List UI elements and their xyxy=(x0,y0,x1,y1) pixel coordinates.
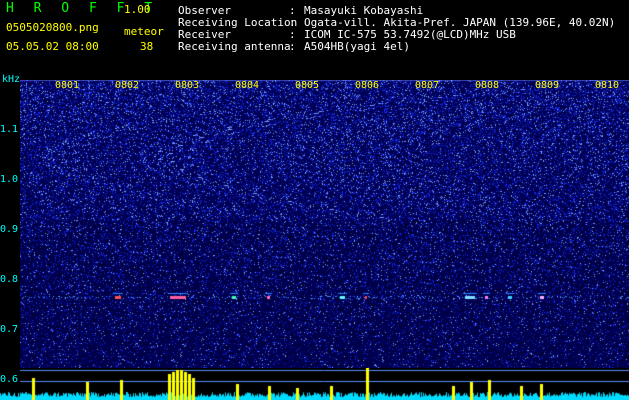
x-tick-label: 0802 xyxy=(115,80,140,91)
frequency-unit-label: kHz xyxy=(2,74,21,85)
x-tick-label: 0808 xyxy=(475,80,500,91)
x-tick-label: 0804 xyxy=(235,80,260,91)
y-tick-label: 1.0 xyxy=(0,174,19,185)
y-tick-label: 0.7 xyxy=(0,324,19,335)
x-tick-label: 0803 xyxy=(175,80,200,91)
signal-level-meter xyxy=(0,368,629,400)
app-version: 1.00 xyxy=(124,3,151,16)
y-tick-label: 0.6 xyxy=(0,374,19,385)
info-colon: : xyxy=(289,40,296,53)
header-panel: H R O F F T 1.00 0505020800.png meteor 0… xyxy=(0,0,629,78)
x-tick-label: 0807 xyxy=(415,80,440,91)
observation-datetime: 05.05.02 08:00 xyxy=(6,40,99,53)
y-tick-label: 1.1 xyxy=(0,124,19,135)
x-tick-label: 0806 xyxy=(355,80,380,91)
spectrogram-canvas xyxy=(20,80,629,368)
meteor-count: 38 xyxy=(140,40,154,53)
x-tick-label: 0810 xyxy=(595,80,620,91)
info-value: A504HB(yagi 4el) xyxy=(304,40,410,53)
y-tick-label: 0.8 xyxy=(0,274,19,285)
x-tick-label: 0801 xyxy=(55,80,80,91)
x-tick-label: 0809 xyxy=(535,80,560,91)
x-tick-label: 0805 xyxy=(295,80,320,91)
meteor-label: meteor xyxy=(124,25,164,38)
info-label: Receiving antenna xyxy=(178,40,291,53)
y-tick-label: 0.9 xyxy=(0,224,19,235)
file-name: 0505020800.png xyxy=(6,21,99,34)
